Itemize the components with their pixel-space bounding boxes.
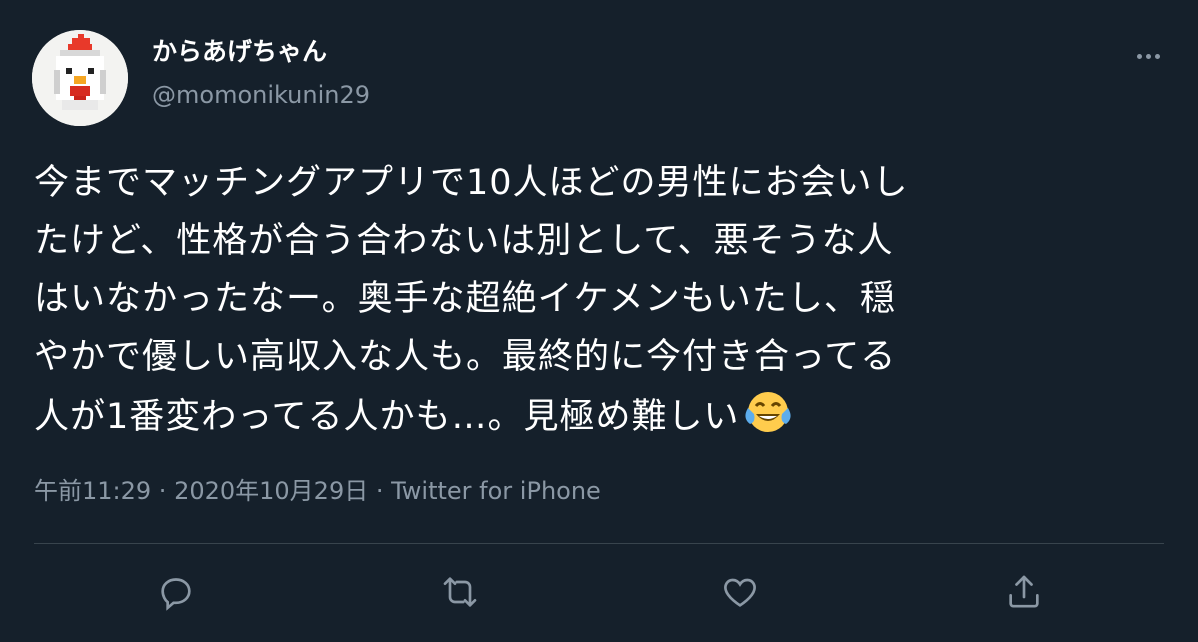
- more-options-icon[interactable]: [1132, 46, 1164, 66]
- timestamp-time[interactable]: 午前11:29: [34, 477, 151, 505]
- tweet-meta: 午前11:29 · 2020年10月29日 · Twitter for iPho…: [34, 474, 601, 508]
- dot: [1154, 53, 1160, 59]
- dot: [1145, 53, 1151, 59]
- meta-separator: ·: [151, 477, 175, 505]
- pixel-chicken-icon: [32, 30, 128, 126]
- reply-icon[interactable]: [150, 566, 202, 618]
- tweet-source[interactable]: Twitter for iPhone: [391, 477, 601, 505]
- display-name[interactable]: からあげちゃん: [152, 36, 327, 68]
- action-bar: [0, 566, 1198, 618]
- timestamp-date[interactable]: 2020年10月29日: [174, 477, 368, 505]
- dot: [1136, 53, 1142, 59]
- tweet-card: からあげちゃん @momonikunin29 今までマッチングアプリで10人ほど…: [0, 0, 1198, 642]
- meta-separator: ·: [368, 477, 392, 505]
- handle[interactable]: @momonikunin29: [152, 80, 370, 110]
- divider: [34, 543, 1164, 544]
- face-with-tears-of-joy-icon: [744, 392, 791, 432]
- tweet-text: 今までマッチングアプリで10人ほどの男性にお会いし たけど、性格が合う合わないは…: [34, 154, 1154, 446]
- avatar[interactable]: [32, 30, 128, 126]
- retweet-icon[interactable]: [434, 566, 486, 618]
- like-icon[interactable]: [714, 566, 766, 618]
- share-icon[interactable]: [998, 566, 1050, 618]
